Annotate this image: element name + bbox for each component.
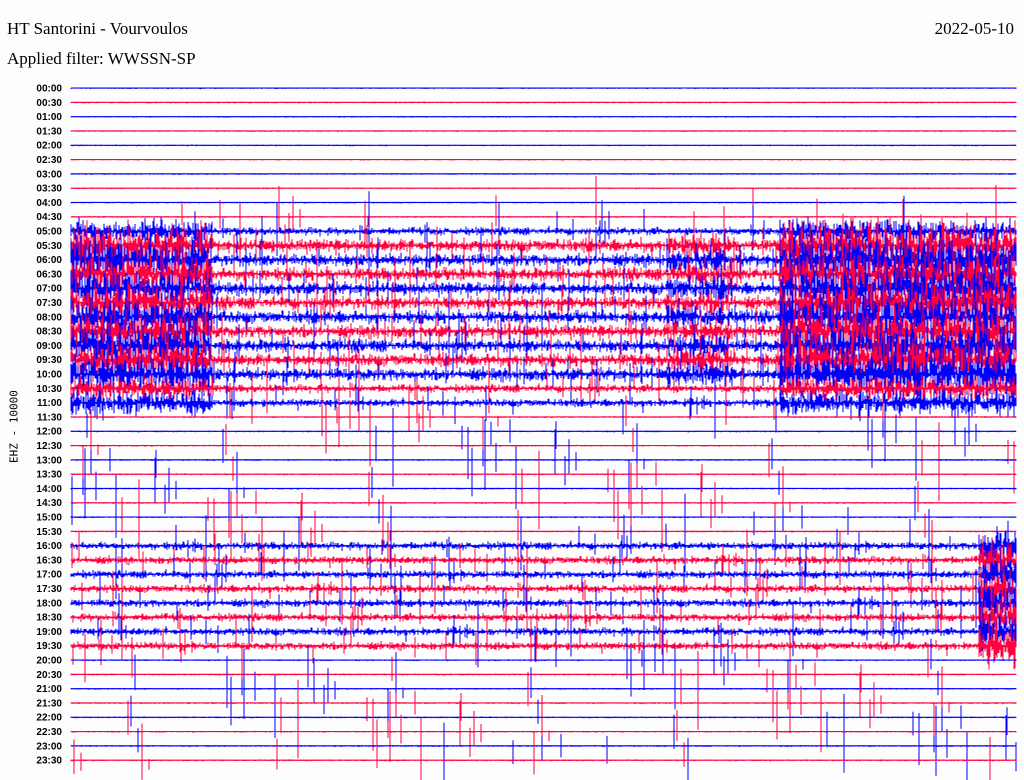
row-tick-label: 04:30 <box>36 212 62 223</box>
row-tick-label: 11:30 <box>37 412 62 423</box>
row-tick-label: 15:00 <box>36 513 62 524</box>
row-tick-label: 02:30 <box>36 155 62 166</box>
row-tick-label: 22:30 <box>36 727 62 738</box>
row-tick-label: 07:00 <box>36 284 62 295</box>
row-tick-label: 09:30 <box>36 355 62 366</box>
row-tick-label: 02:00 <box>36 141 62 152</box>
row-tick-label: 08:00 <box>36 312 62 323</box>
row-tick-label: 20:30 <box>36 670 62 681</box>
row-tick-label: 18:30 <box>36 613 62 624</box>
seismic-trace-row <box>70 404 1017 501</box>
row-tick-label: 13:00 <box>36 455 62 466</box>
row-tick-label: 05:30 <box>36 241 62 252</box>
row-tick-label: 14:30 <box>36 498 62 509</box>
helicorder-plot: 00:00 00:30 01:00 01:30 02:00 02:30 03:00 03:30… <box>36 84 1017 780</box>
row-tick-label: 08:30 <box>36 327 62 338</box>
row-tick-label: 10:00 <box>36 370 62 381</box>
seismic-trace-row <box>70 719 1017 780</box>
row-tick-label: 06:30 <box>36 269 62 280</box>
seismic-trace-row <box>70 490 1017 581</box>
row-tick-label: 16:30 <box>36 555 62 566</box>
row-tick-label: 10:30 <box>36 384 62 395</box>
row-tick-label: 00:00 <box>36 84 62 95</box>
row-tick-label: 13:30 <box>36 470 62 481</box>
seismic-trace-row <box>70 440 1017 530</box>
row-tick-label: 12:00 <box>36 427 62 438</box>
row-tick-label: 12:30 <box>36 441 62 452</box>
row-tick-label: 19:00 <box>36 627 62 638</box>
row-tick-label: 07:30 <box>36 298 62 309</box>
row-tick-label: 19:30 <box>36 641 62 652</box>
seismic-trace-row <box>70 447 1017 538</box>
row-tick-label: 03:00 <box>36 169 62 180</box>
row-tick-label: 11:00 <box>37 398 62 409</box>
row-tick-label: 18:00 <box>36 598 62 609</box>
row-tick-label: 22:00 <box>36 713 62 724</box>
row-tick-label: 23:00 <box>36 741 62 752</box>
seismic-trace-row <box>70 662 1017 759</box>
row-tick-label: 00:30 <box>36 98 62 109</box>
row-tick-label: 17:30 <box>36 584 62 595</box>
row-tick-label: 16:00 <box>36 541 62 552</box>
row-tick-label: 23:30 <box>36 756 62 767</box>
row-tick-label: 15:30 <box>36 527 62 538</box>
row-tick-label: 04:00 <box>36 198 62 209</box>
seismic-trace-row <box>70 419 1017 510</box>
row-tick-label: 05:00 <box>36 227 62 238</box>
row-tick-label: 17:00 <box>36 570 62 581</box>
row-tick-label: 14:00 <box>36 484 62 495</box>
row-tick-label: 01:00 <box>36 112 62 123</box>
row-tick-label: 21:00 <box>36 684 62 695</box>
row-tick-label: 03:30 <box>36 184 62 195</box>
row-tick-label: 21:30 <box>36 698 62 709</box>
row-tick-label: 06:00 <box>36 255 62 266</box>
row-tick-label: 20:00 <box>36 656 62 667</box>
row-tick-label: 09:00 <box>36 341 62 352</box>
row-tick-label: 01:30 <box>36 126 62 137</box>
